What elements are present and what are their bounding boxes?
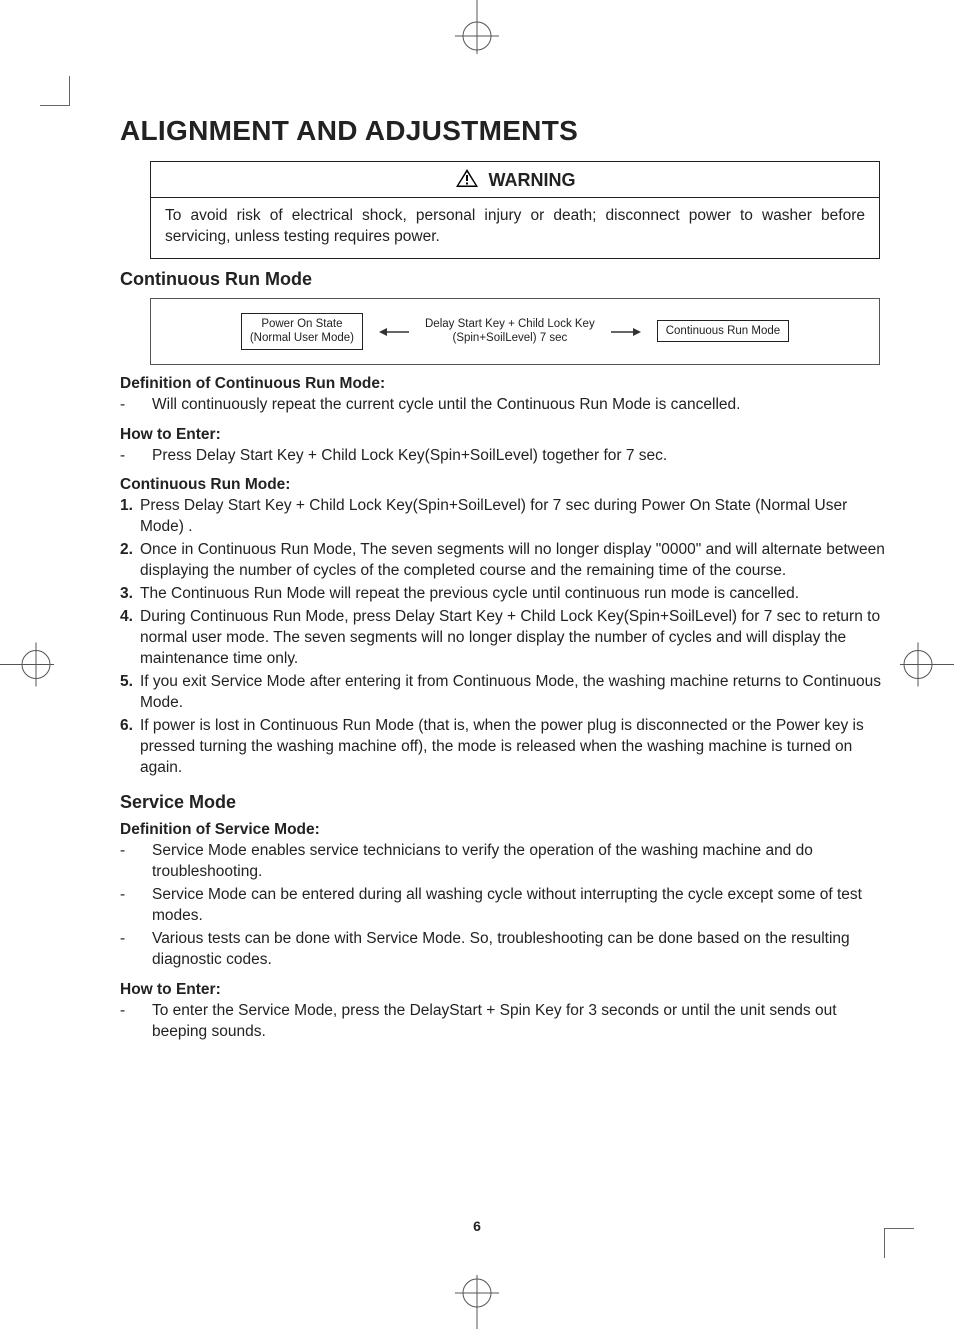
page-title: ALIGNMENT AND ADJUSTMENTS: [120, 115, 890, 147]
flow-diagram: Power On State (Normal User Mode) Delay …: [150, 298, 880, 365]
bullet-dash: -: [120, 446, 152, 467]
warning-box: WARNING To avoid risk of electrical shoc…: [150, 161, 880, 259]
page-number: 6: [0, 1218, 954, 1234]
step-5: 5. If you exit Service Mode after enteri…: [120, 672, 890, 714]
service-how-bullet: - To enter the Service Mode, press the D…: [120, 1001, 890, 1043]
registration-mark-top: [441, 0, 513, 59]
step-number: 1.: [120, 496, 140, 538]
flow-box-text: Power On State: [250, 317, 354, 331]
flow-box-continuous: Continuous Run Mode: [657, 320, 789, 342]
service-def-text: Service Mode enables service technicians…: [152, 841, 890, 883]
how-bullet: - Press Delay Start Key + Child Lock Key…: [120, 446, 890, 467]
bullet-dash: -: [120, 929, 152, 971]
registration-mark-right: [900, 629, 954, 706]
step-text: If power is lost in Continuous Run Mode …: [140, 716, 890, 779]
warning-text: To avoid risk of electrical shock, perso…: [151, 198, 879, 258]
page-content: ALIGNMENT AND ADJUSTMENTS WARNING To avo…: [120, 115, 890, 1045]
step-number: 3.: [120, 584, 140, 605]
step-text: During Continuous Run Mode, press Delay …: [140, 607, 890, 670]
bullet-dash: -: [120, 395, 152, 416]
arrow-left-icon: [379, 320, 409, 343]
registration-mark-bottom: [441, 1275, 513, 1334]
step-number: 2.: [120, 540, 140, 582]
definition-text: Will continuously repeat the current cyc…: [152, 395, 740, 416]
service-def-text: Service Mode can be entered during all w…: [152, 885, 890, 927]
step-4: 4. During Continuous Run Mode, press Del…: [120, 607, 890, 670]
crop-mark-top-left: [40, 76, 70, 106]
service-how-label: How to Enter:: [120, 981, 890, 999]
how-text: Press Delay Start Key + Child Lock Key(S…: [152, 446, 667, 467]
flow-box-text: Delay Start Key + Child Lock Key: [425, 317, 595, 331]
warning-header: WARNING: [151, 162, 879, 198]
definition-bullet: - Will continuously repeat the current c…: [120, 395, 890, 416]
warning-icon: [455, 168, 479, 193]
step-1: 1. Press Delay Start Key + Child Lock Ke…: [120, 496, 890, 538]
step-text: Press Delay Start Key + Child Lock Key(S…: [140, 496, 890, 538]
continuous-run-heading: Continuous Run Mode: [120, 269, 890, 290]
flow-box-text: (Normal User Mode): [250, 331, 354, 345]
flow-box-text: (Spin+SoilLevel) 7 sec: [425, 331, 595, 345]
step-number: 5.: [120, 672, 140, 714]
service-how-text: To enter the Service Mode, press the Del…: [152, 1001, 890, 1043]
service-def-bullet-2: - Service Mode can be entered during all…: [120, 885, 890, 927]
service-def-bullet-3: - Various tests can be done with Service…: [120, 929, 890, 971]
definition-label: Definition of Continuous Run Mode:: [120, 375, 890, 393]
step-text: If you exit Service Mode after entering …: [140, 672, 890, 714]
bullet-dash: -: [120, 841, 152, 883]
service-def-bullet-1: - Service Mode enables service technicia…: [120, 841, 890, 883]
bullet-dash: -: [120, 885, 152, 927]
service-mode-heading: Service Mode: [120, 792, 890, 813]
how-to-enter-label: How to Enter:: [120, 426, 890, 444]
flow-box-power-on: Power On State (Normal User Mode): [241, 313, 363, 350]
step-number: 4.: [120, 607, 140, 670]
arrow-right-icon: [611, 320, 641, 343]
bullet-dash: -: [120, 1001, 152, 1043]
step-3: 3. The Continuous Run Mode will repeat t…: [120, 584, 890, 605]
service-def-text: Various tests can be done with Service M…: [152, 929, 890, 971]
continuous-steps-label: Continuous Run Mode:: [120, 476, 890, 494]
service-definition-label: Definition of Service Mode:: [120, 821, 890, 839]
flow-box-keys: Delay Start Key + Child Lock Key (Spin+S…: [425, 317, 595, 346]
step-number: 6.: [120, 716, 140, 779]
step-text: The Continuous Run Mode will repeat the …: [140, 584, 799, 605]
step-6: 6. If power is lost in Continuous Run Mo…: [120, 716, 890, 779]
warning-label: WARNING: [489, 170, 576, 191]
step-2: 2. Once in Continuous Run Mode, The seve…: [120, 540, 890, 582]
registration-mark-left: [0, 629, 54, 706]
step-text: Once in Continuous Run Mode, The seven s…: [140, 540, 890, 582]
